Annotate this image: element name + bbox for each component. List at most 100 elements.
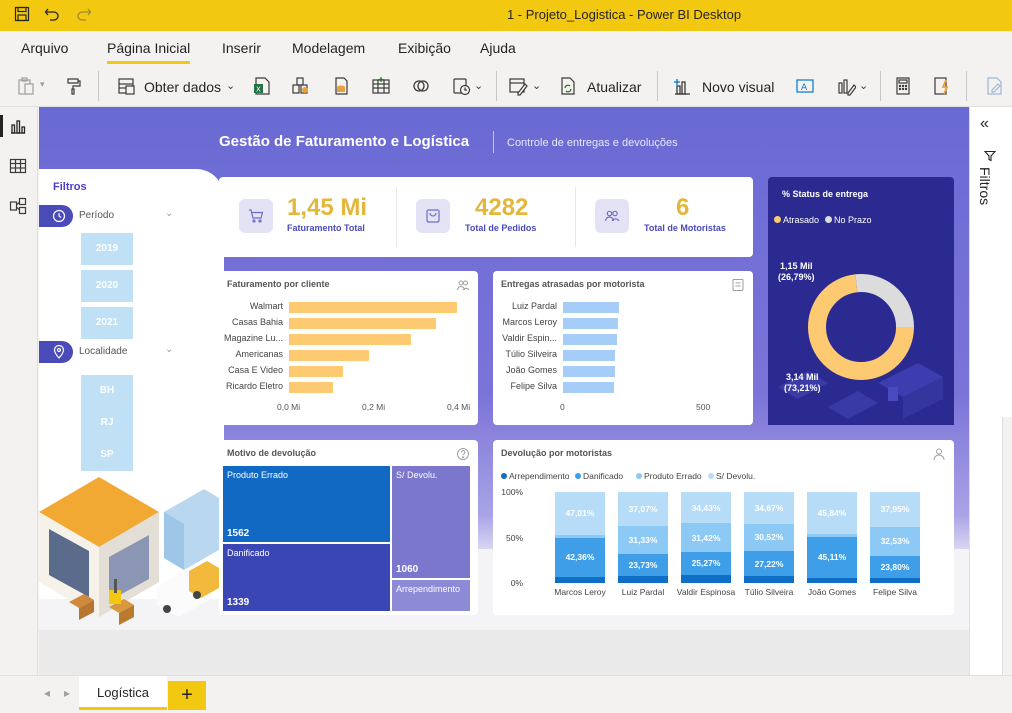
tab-ajuda[interactable]: Ajuda — [480, 40, 516, 56]
page-tab-logistica[interactable]: Logística — [79, 676, 167, 710]
active-view-indicator — [0, 115, 3, 137]
treemap-cell: Produto Errado 1562 — [223, 466, 390, 542]
chevron-down-icon[interactable]: ▾ — [40, 79, 60, 99]
chevron-down-icon[interactable]: ⌄ — [226, 79, 246, 99]
database-icon[interactable] — [116, 76, 136, 96]
more-visuals-icon[interactable] — [836, 76, 857, 96]
legend-item: S/ Devolu. — [708, 471, 755, 481]
calculator-icon[interactable] — [893, 76, 913, 96]
table-view-icon[interactable] — [9, 157, 29, 177]
bar-mark — [563, 334, 618, 345]
model-view-icon[interactable] — [9, 197, 29, 217]
title-divider — [493, 131, 494, 153]
stack-data-label: 27,22% — [754, 558, 784, 569]
legend-label: S/ Devolu. — [716, 471, 756, 481]
excel-icon[interactable]: X — [252, 76, 272, 96]
chart-title: Entregas atrasadas por motorista — [501, 279, 645, 289]
filter-option-2020[interactable]: 2020 — [81, 270, 133, 302]
filter-option-2021[interactable]: 2021 — [81, 307, 133, 339]
stack-data-label: 34,43% — [691, 502, 721, 513]
new-visual-icon[interactable] — [672, 76, 692, 96]
bar-category-label: Túlio Silveira — [505, 349, 557, 359]
stack-data-label: 37,07% — [628, 504, 658, 515]
treemap-cell-value: 1060 — [396, 564, 419, 575]
bar-mark — [563, 318, 619, 329]
report-canvas-area: Gestão de Faturamento e Logística Contro… — [39, 107, 969, 675]
stack-data-label: 37,95% — [880, 504, 910, 515]
report-view-icon[interactable] — [9, 117, 29, 137]
filter-option-bh[interactable]: BH — [81, 375, 133, 407]
tab-exibicao[interactable]: Exibição — [398, 40, 451, 56]
bar-mark — [289, 382, 333, 393]
stack-segment — [555, 576, 605, 583]
period-filter-header[interactable]: Período ⌄ — [39, 205, 184, 227]
next-page-icon[interactable]: ▸ — [64, 686, 70, 700]
bar-category-label: Valdir Espin... — [502, 333, 557, 343]
paste-icon[interactable] — [16, 76, 36, 96]
chevron-down-icon[interactable]: ⌄ — [165, 344, 173, 355]
tab-arquivo[interactable]: Arquivo — [21, 40, 68, 56]
chevron-down-icon[interactable]: ⌄ — [474, 79, 494, 99]
filter-panel-title: Filtros — [53, 181, 87, 193]
delivery-status-chart[interactable]: % Status de entrega Atrasado No Prazo 1,… — [768, 177, 954, 425]
refresh-button[interactable]: Atualizar — [587, 79, 641, 95]
dataflow-icon[interactable] — [331, 76, 351, 96]
transform-data-icon[interactable] — [508, 76, 528, 96]
stack-data-label: 30,52% — [754, 532, 784, 543]
kpi-divider — [396, 187, 397, 247]
tab-modelagem[interactable]: Modelagem — [292, 40, 365, 56]
recent-sources-icon[interactable] — [451, 76, 471, 96]
legend-label: Danificado — [583, 471, 624, 481]
kpi-icon-box — [416, 199, 450, 233]
format-painter-icon[interactable] — [64, 76, 84, 96]
chevron-down-icon[interactable]: ⌄ — [165, 208, 173, 219]
treemap-cell: Danificado 1339 — [223, 544, 390, 611]
add-page-button[interactable]: + — [168, 681, 206, 710]
chart-title: % Status de entrega — [782, 189, 869, 199]
bar-category-label: Casa E Video — [228, 365, 283, 375]
people-icon — [604, 210, 620, 222]
new-visual-button[interactable]: Novo visual — [702, 79, 774, 95]
filter-icon — [983, 149, 997, 162]
filter-option-rj[interactable]: RJ — [81, 407, 133, 439]
tab-pagina-inicial[interactable]: Página Inicial — [107, 40, 191, 64]
enter-data-icon[interactable] — [371, 76, 391, 96]
quick-measure-icon[interactable] — [932, 76, 952, 96]
filter-option-2019[interactable]: 2019 — [81, 233, 133, 265]
filters-pane-collapsed[interactable]: « Filtros — [969, 107, 1012, 675]
tab-inserir[interactable]: Inserir — [222, 40, 261, 56]
revenue-by-client-chart[interactable]: Faturamento por cliente Walmart Casas Bah… — [219, 271, 478, 425]
expand-chevron-icon[interactable]: « — [980, 115, 989, 133]
location-filter-header[interactable]: Localidade ⌄ — [39, 341, 184, 363]
legend-swatch — [708, 473, 714, 479]
person-icon — [932, 447, 946, 461]
kpi-revenue-value: 1,45 Mi — [287, 194, 368, 221]
page-tabs-bar: ◂ ▸ Logística + — [0, 675, 1012, 713]
sensitivity-icon[interactable] — [984, 76, 1004, 96]
ribbon-separator — [657, 71, 658, 101]
dataverse-icon[interactable] — [411, 76, 431, 96]
text-box-icon[interactable]: A — [795, 76, 815, 96]
kpi-revenue-label: Faturamento Total — [287, 223, 365, 233]
donut-chart[interactable] — [806, 272, 916, 382]
refresh-icon[interactable] — [558, 76, 578, 96]
svg-text:A: A — [801, 83, 808, 93]
y-tick-label: 50% — [505, 532, 523, 543]
ribbon-tabs: Arquivo Página Inicial Inserir Modelagem… — [0, 31, 1012, 65]
stack-segment — [618, 576, 668, 583]
get-data-button[interactable]: Obter dados — [144, 79, 221, 95]
return-reason-treemap[interactable]: Motivo de devolução Produto Errado 1562 Da… — [219, 440, 478, 615]
dataset-icon[interactable] — [290, 76, 310, 96]
cart-icon — [249, 209, 264, 223]
kpi-card: 1,45 Mi Faturamento Total 4282 Total de … — [219, 177, 753, 257]
chevron-down-icon[interactable]: ⌄ — [859, 79, 879, 99]
stack-data-label: 31,42% — [691, 532, 721, 543]
bar-category-label: Walmart — [249, 301, 283, 311]
returns-by-driver-chart[interactable]: Devolução por motoristas Arrependimento D… — [493, 440, 954, 615]
chevron-down-icon[interactable]: ⌄ — [532, 79, 552, 99]
prev-page-icon[interactable]: ◂ — [44, 686, 50, 700]
clock-icon — [52, 209, 66, 223]
late-deliveries-chart[interactable]: Entregas atrasadas por motorista Luiz Pa… — [493, 271, 753, 425]
bar-category-label: Magazine Lu... — [223, 333, 283, 343]
donut-label-late: 1,15 Mil (26,79%) — [778, 261, 815, 282]
